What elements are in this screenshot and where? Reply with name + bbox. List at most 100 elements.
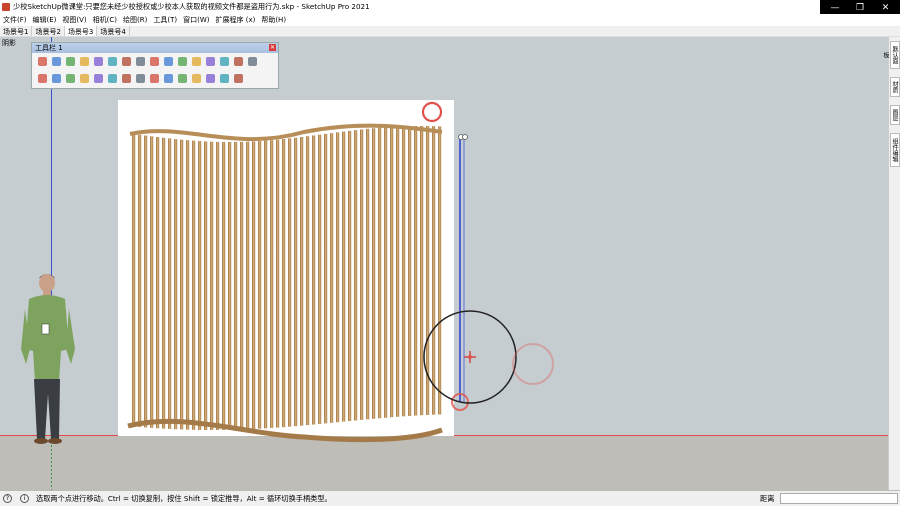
orbit-icon[interactable] bbox=[78, 55, 91, 68]
push-pull-icon[interactable] bbox=[148, 55, 161, 68]
arc-icon[interactable] bbox=[50, 55, 63, 68]
union-icon[interactable] bbox=[162, 72, 175, 85]
intersect-icon[interactable] bbox=[106, 72, 119, 85]
wood-slat bbox=[186, 140, 190, 430]
menu-draw[interactable]: 绘图(R) bbox=[120, 14, 150, 26]
slatted-screen-model[interactable] bbox=[124, 122, 454, 452]
camera-icon[interactable] bbox=[36, 72, 49, 85]
wood-slat bbox=[180, 139, 184, 430]
wood-slat bbox=[318, 134, 322, 424]
select-icon[interactable] bbox=[36, 55, 49, 68]
tray-tab-materials[interactable]: 材质 bbox=[890, 77, 900, 97]
wood-slat bbox=[222, 141, 226, 430]
wood-slat bbox=[414, 126, 418, 416]
wood-slat bbox=[216, 141, 220, 430]
wood-slat bbox=[276, 139, 280, 428]
info-icon[interactable]: i bbox=[20, 494, 29, 503]
paint-bucket-icon[interactable] bbox=[204, 72, 217, 85]
wood-slat bbox=[228, 141, 232, 430]
scene-tabs: 场景号1 场景号2 场景号3 场景号4 bbox=[0, 26, 900, 37]
menu-bar: 文件(F) 编辑(E) 视图(V) 相机(C) 绘图(R) 工具(T) 窗口(W… bbox=[0, 14, 900, 26]
cursor-magnifier-circle bbox=[423, 310, 554, 404]
send-icon[interactable] bbox=[232, 72, 245, 85]
follow-me-icon[interactable] bbox=[120, 55, 133, 68]
wood-slats bbox=[132, 126, 442, 430]
line-icon[interactable] bbox=[64, 72, 77, 85]
wood-slat bbox=[366, 128, 370, 420]
section-icon[interactable] bbox=[176, 55, 189, 68]
highlight-ring bbox=[421, 101, 443, 123]
wood-slat bbox=[144, 135, 148, 428]
scene-tab-1[interactable]: 场景号1 bbox=[0, 26, 33, 36]
wood-slat bbox=[270, 140, 274, 428]
warehouse-icon[interactable] bbox=[218, 72, 231, 85]
tray-tab-component-edit[interactable]: 组件编辑 bbox=[890, 133, 900, 167]
menu-help[interactable]: 帮助(H) bbox=[258, 14, 289, 26]
3d-text-icon[interactable] bbox=[232, 55, 245, 68]
floating-toolbar[interactable]: 工具栏 1 ✕ bbox=[31, 42, 279, 89]
toolbar-close-button[interactable]: ✕ bbox=[269, 44, 276, 51]
wood-slat bbox=[282, 139, 286, 428]
axes-icon[interactable] bbox=[190, 55, 203, 68]
zoom-extents-icon[interactable] bbox=[190, 72, 203, 85]
tray-tab-default[interactable]: 默认面板 bbox=[882, 41, 900, 69]
solid-icon[interactable] bbox=[92, 72, 105, 85]
scene-tab-2[interactable]: 场景号2 bbox=[32, 26, 65, 36]
trim-icon[interactable] bbox=[134, 72, 147, 85]
measurements-label: 距离 bbox=[760, 494, 775, 503]
wood-slat bbox=[300, 136, 304, 426]
wood-slat bbox=[192, 140, 196, 430]
split-icon[interactable] bbox=[148, 72, 161, 85]
scene-tab-3[interactable]: 场景号3 bbox=[64, 26, 98, 36]
title-bar: 少校SketchUp微课堂:只要您未经少校授权或少校本人获取的视频文件都是盗用行… bbox=[0, 0, 900, 14]
menu-edit[interactable]: 编辑(E) bbox=[30, 14, 60, 26]
wood-slat bbox=[360, 129, 364, 420]
toolbar-row-1 bbox=[36, 55, 259, 69]
wood-slat bbox=[408, 126, 412, 416]
subtract-icon[interactable] bbox=[120, 72, 133, 85]
offset-icon[interactable] bbox=[134, 55, 147, 68]
layers-icon[interactable] bbox=[50, 72, 63, 85]
menu-camera[interactable]: 相机(C) bbox=[90, 14, 120, 26]
toolbar-header[interactable]: 工具栏 1 ✕ bbox=[32, 43, 278, 53]
menu-view[interactable]: 视图(V) bbox=[59, 14, 89, 26]
position-camera-icon[interactable] bbox=[246, 55, 259, 68]
wood-slat bbox=[264, 140, 268, 429]
scale-figure-person[interactable] bbox=[21, 269, 81, 445]
wood-slat bbox=[330, 133, 334, 423]
shell-icon[interactable] bbox=[176, 72, 189, 85]
wood-slat bbox=[348, 130, 352, 422]
measurements-input[interactable] bbox=[780, 493, 898, 504]
help-icon[interactable]: ? bbox=[3, 494, 12, 503]
scale-icon[interactable] bbox=[64, 55, 77, 68]
menu-tools[interactable]: 工具(T) bbox=[150, 14, 180, 26]
menu-file[interactable]: 文件(F) bbox=[0, 14, 30, 26]
wood-slat bbox=[234, 141, 238, 430]
wood-slat bbox=[156, 137, 160, 429]
paint-icon[interactable] bbox=[162, 55, 175, 68]
wood-slat bbox=[378, 127, 382, 419]
wood-slat bbox=[306, 136, 310, 426]
shadow-label: 阴影 bbox=[2, 39, 16, 47]
menu-extensions[interactable]: 扩展程序 (x) bbox=[212, 14, 258, 26]
wood-slat bbox=[384, 127, 388, 418]
wood-slat bbox=[288, 138, 292, 427]
sandbox-icon[interactable] bbox=[218, 55, 231, 68]
tray-tab-layers[interactable]: 图层 bbox=[890, 105, 900, 125]
modeling-viewport[interactable]: 阴影 工具栏 1 ✕ bbox=[0, 37, 888, 490]
rect-icon[interactable] bbox=[92, 55, 105, 68]
status-bar: ? i 选取两个点进行移动。Ctrl = 切换复制，按住 Shift = 锁定推… bbox=[0, 490, 900, 506]
status-hint: 选取两个点进行移动。Ctrl = 切换复制，按住 Shift = 锁定推导，Al… bbox=[36, 494, 332, 503]
pencil-icon[interactable] bbox=[106, 55, 119, 68]
wood-slat bbox=[246, 141, 250, 430]
window-title: 少校SketchUp微课堂:只要您未经少校授权或少校本人获取的视频文件都是盗用行… bbox=[13, 2, 370, 11]
components-icon[interactable] bbox=[204, 55, 217, 68]
wood-slat bbox=[198, 141, 202, 430]
scene-tab-4[interactable]: 场景号4 bbox=[97, 26, 130, 36]
menu-window[interactable]: 窗口(W) bbox=[180, 14, 212, 26]
top-rail bbox=[129, 123, 443, 142]
wood-slat bbox=[174, 139, 178, 430]
push-icon[interactable] bbox=[78, 72, 91, 85]
wood-slat bbox=[354, 130, 358, 421]
wood-slat bbox=[168, 138, 172, 429]
